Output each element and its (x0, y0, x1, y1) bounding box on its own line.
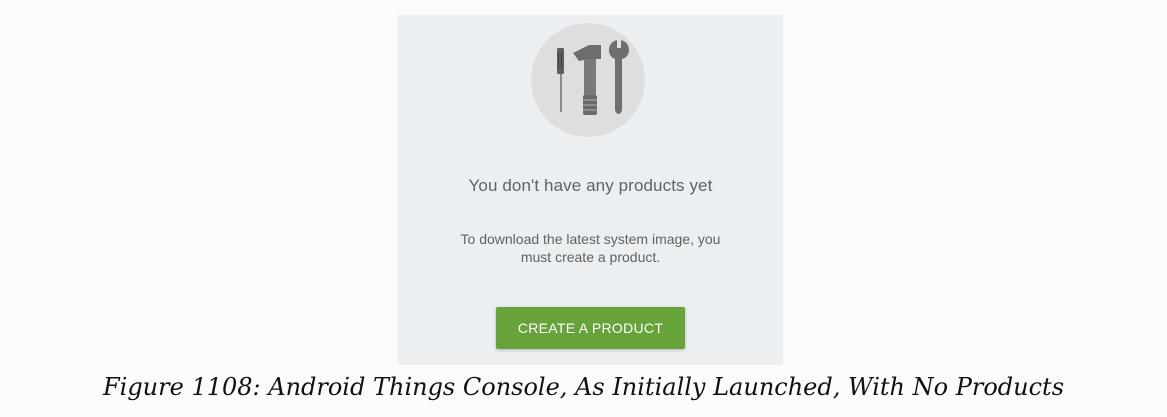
figure-page: You don't have any products yet To downl… (0, 0, 1167, 417)
wrench-icon (609, 40, 629, 114)
hammer-icon (573, 45, 601, 115)
screwdriver-icon (557, 48, 564, 112)
empty-state-title: You don't have any products yet (468, 176, 713, 195)
empty-state-description-line: To download the latest system image, you (460, 231, 721, 247)
figure-caption: Figure 1108: Android Things Console, As … (102, 373, 1065, 401)
tools-icon (531, 23, 645, 137)
empty-state-description-line: must create a product. (520, 249, 661, 265)
create-product-button[interactable]: CREATE A PRODUCT (496, 307, 685, 349)
console-empty-state-panel: You don't have any products yet To downl… (398, 15, 783, 365)
empty-state-description: To download the latest system image, you… (398, 230, 783, 266)
